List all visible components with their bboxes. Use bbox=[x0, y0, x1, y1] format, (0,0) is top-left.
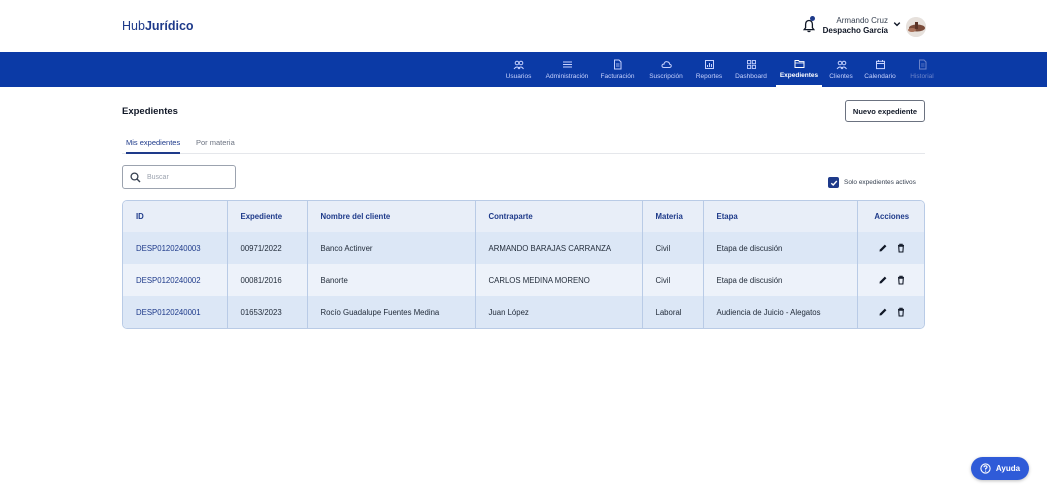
nav-item-label: Usuarios bbox=[505, 73, 532, 80]
nav-item-historial: Historial bbox=[905, 52, 939, 87]
help-label: Ayuda bbox=[995, 464, 1021, 473]
column-header-cliente[interactable]: Nombre del cliente bbox=[307, 201, 476, 232]
help-icon bbox=[980, 463, 991, 474]
tab-mis-expedientes[interactable]: Mis expedientes bbox=[126, 138, 181, 154]
new-expediente-button[interactable]: Nuevo expediente bbox=[845, 100, 925, 122]
cell-expediente: 00971/2022 bbox=[227, 232, 308, 264]
column-header-id[interactable]: ID bbox=[123, 201, 228, 232]
search-box[interactable] bbox=[122, 165, 236, 189]
cell-cliente: Banco Actinver bbox=[307, 232, 476, 264]
cell-materia: Civil bbox=[642, 264, 704, 296]
column-header-acciones: Acciones bbox=[857, 201, 924, 232]
tab-por-materia[interactable]: Por materia bbox=[196, 138, 235, 154]
nav-item-label: Dashboard bbox=[735, 73, 767, 80]
active-filter-label: Solo expedientes activos bbox=[844, 179, 916, 186]
nav-item-label: Clientes bbox=[829, 73, 853, 80]
cell-etapa: Etapa de discusión bbox=[703, 232, 858, 264]
table-header-row: ID Expediente Nombre del cliente Contrap… bbox=[123, 201, 924, 232]
report-icon bbox=[704, 60, 714, 69]
cell-materia: Laboral bbox=[642, 296, 704, 328]
users-icon bbox=[836, 60, 847, 70]
table-row[interactable]: DESP0120240001 01653/2023 Rocío Guadalupe … bbox=[123, 296, 924, 328]
chevron-down-icon[interactable] bbox=[893, 20, 901, 28]
cell-actions bbox=[857, 264, 924, 296]
top-bar: HubJurídico Armando Cruz Despacho García bbox=[0, 0, 1047, 52]
nav-item-label: Administración bbox=[545, 73, 589, 80]
tabs: Mis expedientes Por materia bbox=[122, 135, 925, 154]
cell-materia: Civil bbox=[642, 232, 704, 264]
users-icon bbox=[513, 60, 524, 70]
cell-cliente: Banorte bbox=[307, 264, 476, 296]
cell-etapa: Etapa de discusión bbox=[703, 264, 858, 296]
cell-id[interactable]: DESP0120240002 bbox=[123, 264, 228, 296]
user-name[interactable]: Armando Cruz bbox=[820, 16, 888, 25]
nav-item-label: Facturación bbox=[600, 73, 635, 80]
trash-icon[interactable] bbox=[896, 275, 906, 285]
nav-item-reportes[interactable]: Reportes bbox=[693, 52, 725, 87]
notification-dot bbox=[810, 16, 815, 21]
document-icon bbox=[918, 59, 926, 70]
menu-lines-icon bbox=[562, 61, 572, 68]
cell-id[interactable]: DESP0120240001 bbox=[123, 296, 228, 328]
nav-item-administracion[interactable]: Administración bbox=[541, 52, 593, 87]
nav-item-label: Expedientes bbox=[779, 72, 819, 79]
nav-item-expedientes[interactable]: Expedientes bbox=[776, 52, 822, 87]
document-icon bbox=[614, 59, 622, 70]
grid-icon bbox=[746, 60, 756, 69]
folder-icon bbox=[794, 60, 804, 68]
table-row[interactable]: DESP0120240002 00081/2016 Banorte CARLOS ME… bbox=[123, 264, 924, 296]
nav-item-label: Reportes bbox=[695, 73, 723, 80]
brand-logo[interactable]: HubJurídico bbox=[122, 19, 194, 33]
nav-item-label: Historial bbox=[910, 73, 934, 80]
brand-prefix: Hub bbox=[122, 19, 145, 33]
cell-expediente: 01653/2023 bbox=[227, 296, 308, 328]
column-header-materia[interactable]: Materia bbox=[642, 201, 704, 232]
avatar[interactable] bbox=[906, 17, 926, 37]
trash-icon[interactable] bbox=[896, 243, 906, 253]
nav-item-calendario[interactable]: Calendario bbox=[861, 52, 899, 87]
active-filter-checkbox[interactable] bbox=[828, 177, 839, 188]
nav-item-suscripcion[interactable]: Suscripción bbox=[646, 52, 686, 87]
cell-actions bbox=[857, 232, 924, 264]
search-icon bbox=[130, 172, 141, 183]
trash-icon[interactable] bbox=[896, 307, 906, 317]
column-header-etapa[interactable]: Etapa bbox=[703, 201, 858, 232]
edit-icon[interactable] bbox=[878, 275, 888, 285]
cell-expediente: 00081/2016 bbox=[227, 264, 308, 296]
cell-etapa: Audiencia de Juicio - Alegatos bbox=[703, 296, 858, 328]
cell-cliente: Rocío Guadalupe Fuentes Medina bbox=[307, 296, 476, 328]
nav-item-facturacion[interactable]: Facturación bbox=[597, 52, 638, 87]
edit-icon[interactable] bbox=[878, 243, 888, 253]
nav-item-dashboard[interactable]: Dashboard bbox=[732, 52, 770, 87]
edit-icon[interactable] bbox=[878, 307, 888, 317]
cell-id[interactable]: DESP0120240003 bbox=[123, 232, 228, 264]
table-row[interactable]: DESP0120240003 00971/2022 Banco Actinver AR… bbox=[123, 232, 924, 264]
calendar-icon bbox=[875, 60, 885, 70]
nav-item-label: Suscripción bbox=[649, 73, 683, 80]
cloud-icon bbox=[660, 61, 672, 68]
column-header-contraparte[interactable]: Contraparte bbox=[475, 201, 643, 232]
main-nav: Usuarios Administración Facturación Suscrip… bbox=[0, 52, 1047, 87]
brand-name: Jurídico bbox=[144, 19, 194, 33]
avatar-image bbox=[906, 17, 926, 37]
column-header-expediente[interactable]: Expediente bbox=[227, 201, 308, 232]
user-organization[interactable]: Despacho García bbox=[810, 26, 888, 35]
cell-contraparte: ARMANDO BARAJAS CARRANZA bbox=[475, 232, 643, 264]
cell-contraparte: CARLOS MEDINA MORENO bbox=[475, 264, 643, 296]
search-input[interactable] bbox=[147, 170, 231, 184]
help-button[interactable]: Ayuda bbox=[971, 457, 1029, 480]
nav-item-clientes[interactable]: Clientes bbox=[826, 52, 856, 87]
expedientes-table: ID Expediente Nombre del cliente Contrap… bbox=[122, 200, 925, 329]
nav-item-label: Calendario bbox=[864, 73, 896, 80]
active-filter[interactable]: Solo expedientes activos bbox=[828, 177, 916, 188]
nav-item-usuarios[interactable]: Usuarios bbox=[500, 52, 537, 87]
cell-contraparte: Juan López bbox=[475, 296, 643, 328]
check-icon bbox=[830, 180, 837, 186]
page-title: Expedientes bbox=[122, 106, 178, 117]
cell-actions bbox=[857, 296, 924, 328]
